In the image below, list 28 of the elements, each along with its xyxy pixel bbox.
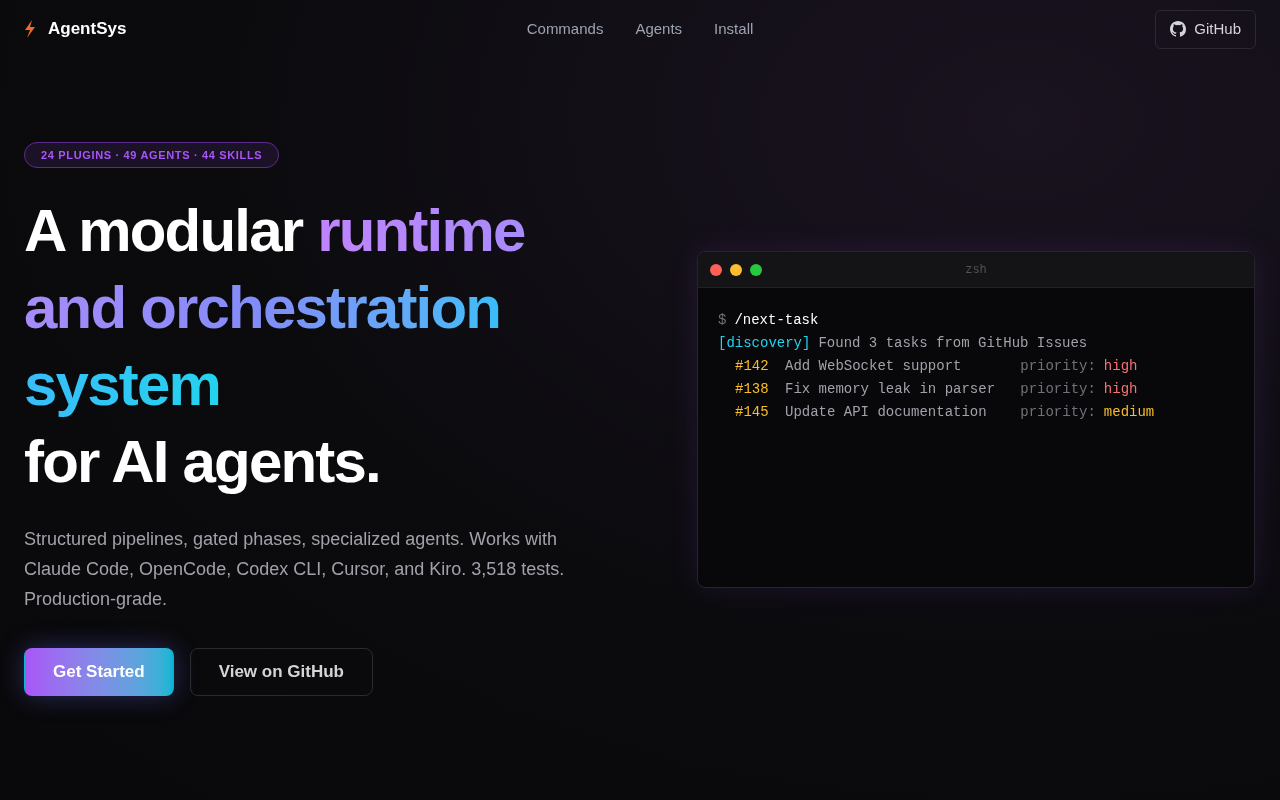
headline: A modular runtime and orchestration system for AI agents.: [24, 196, 525, 497]
nav-link[interactable]: Commands: [526, 17, 604, 41]
view-github-button[interactable]: View on GitHub: [189, 648, 373, 696]
lightning-icon: [24, 20, 36, 38]
nav-link[interactable]: Agents: [635, 17, 683, 41]
task-id: #145: [735, 403, 770, 422]
log-message: Found 3 tasks from GitHub Issues: [818, 334, 1088, 353]
priority-value: high: [1103, 380, 1138, 399]
nav-link[interactable]: Install: [714, 17, 754, 41]
priority-value: medium: [1103, 403, 1155, 422]
task-title: Add WebSocket support: [785, 357, 962, 376]
priority-label: priority:: [1020, 403, 1096, 422]
stats-badge: 24 PLUGINS · 49 AGENTS · 44 SKILLS: [24, 142, 280, 168]
task-id: #142: [735, 357, 770, 376]
prompt-symbol: $: [718, 311, 727, 330]
brand-name[interactable]: AgentSys: [48, 16, 127, 42]
github-icon: [1170, 21, 1187, 37]
github-button[interactable]: GitHub: [1155, 9, 1256, 49]
task-title: Fix memory leak in parser: [785, 380, 996, 399]
task-title: Update API documentation: [785, 403, 987, 422]
task-id: #138: [735, 380, 770, 399]
priority-label: priority:: [1020, 380, 1096, 399]
priority-label: priority:: [1020, 357, 1096, 376]
terminal-title: zsh: [965, 261, 987, 279]
priority-value: high: [1103, 357, 1138, 376]
hero-description: Structured pipelines, gated phases, specialized agents. Works with Claude Code, OpenCode, Codex CLI, Cursor, and Kiro. 3,518 tests. Production-grade.: [24, 528, 566, 611]
log-tag: [discovery]: [718, 332, 811, 355]
command-text: /next-task: [734, 311, 819, 330]
